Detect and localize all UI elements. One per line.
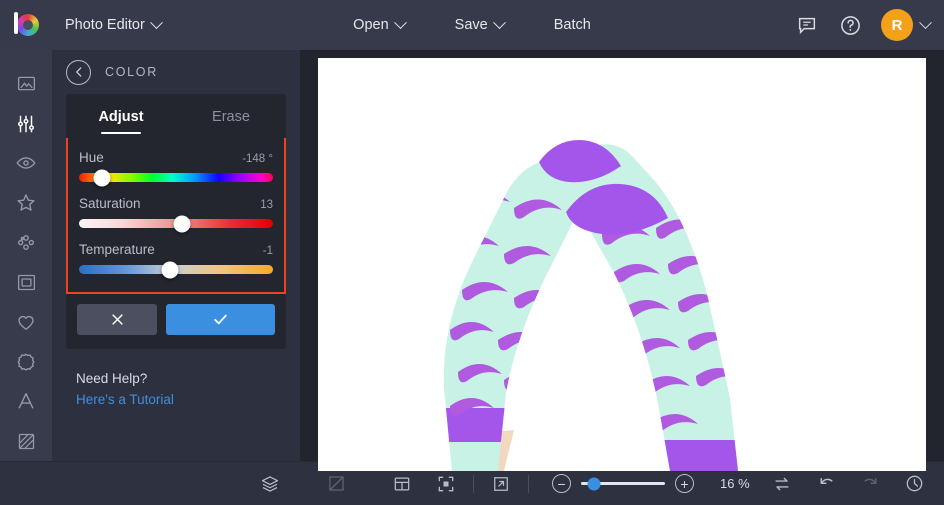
rail-item-retouch[interactable] (0, 223, 52, 263)
saturation-slider-track[interactable] (79, 215, 273, 232)
layers-icon[interactable] (248, 462, 292, 505)
rail-item-adjust[interactable] (0, 104, 52, 144)
temperature-label: Temperature (79, 242, 155, 257)
saturation-row: Saturation 13 (79, 196, 273, 211)
batch-label: Batch (553, 17, 591, 33)
zoom-percent-label: 16 % (720, 476, 750, 491)
temperature-slider-thumb[interactable] (161, 261, 179, 278)
top-right-group: R (795, 9, 944, 41)
rail-item-image[interactable] (0, 64, 52, 104)
zoom-out-button[interactable]: − (552, 474, 571, 493)
open-menu-button[interactable]: Open (341, 11, 416, 39)
apply-button[interactable] (166, 304, 275, 335)
zoom-in-button[interactable]: + (675, 474, 694, 493)
toolbar-divider (528, 474, 529, 493)
rail-item-frames[interactable] (0, 263, 52, 303)
panel-tabs: Adjust Erase (66, 94, 286, 138)
tab-adjust[interactable]: Adjust (66, 94, 176, 138)
edited-photo[interactable] (318, 58, 926, 471)
chevron-down-icon (393, 15, 407, 29)
open-menu-label: Open (353, 17, 389, 33)
tool-rail (0, 50, 52, 461)
rail-item-overlays[interactable] (0, 302, 52, 342)
batch-button[interactable]: Batch (542, 11, 603, 39)
toolbar-divider (473, 474, 474, 493)
chevron-down-icon[interactable] (919, 15, 932, 29)
editor-body: COLOR Adjust Erase Hue -148 ° Saturation… (0, 50, 944, 471)
cancel-button[interactable] (77, 304, 158, 335)
hue-slider-track[interactable] (79, 169, 273, 186)
hue-value: -148 ° (242, 153, 273, 165)
panel-header: COLOR (52, 50, 300, 94)
slider-group-saturation: Saturation 13 (79, 196, 273, 232)
photo-editor-app: Photo Editor Open Save Batch R COLOR Adj… (0, 0, 944, 505)
hue-row: Hue -148 ° (79, 150, 273, 165)
back-arrow-icon[interactable] (66, 59, 91, 85)
zoom-slider-track[interactable] (581, 477, 665, 490)
panel-title: COLOR (105, 65, 158, 79)
hue-slider-thumb[interactable] (93, 169, 111, 186)
panel-tabs-card: Adjust Erase (66, 94, 286, 138)
sock-photo-graphic (318, 58, 926, 471)
zoom-controls: − + 16 % (552, 474, 760, 493)
save-menu-label: Save (454, 17, 488, 33)
rail-item-text[interactable] (0, 382, 52, 422)
color-panel: COLOR Adjust Erase Hue -148 ° Saturation… (52, 50, 300, 461)
temperature-value: -1 (262, 245, 273, 257)
panel-actions (66, 294, 286, 349)
sliders-highlight-box: Hue -148 ° Saturation 13 Temperature -1 (66, 138, 286, 294)
tutorial-link[interactable]: Here's a Tutorial (76, 392, 286, 407)
tab-erase[interactable]: Erase (176, 94, 286, 138)
slider-group-hue: Hue -148 ° (79, 150, 273, 186)
saturation-value: 13 (260, 199, 273, 211)
help-section: Need Help? Here's a Tutorial (52, 349, 300, 407)
hue-label: Hue (79, 150, 104, 165)
save-menu-button[interactable]: Save (443, 11, 516, 39)
saturation-label: Saturation (79, 196, 141, 211)
slider-group-temperature: Temperature -1 (79, 242, 273, 278)
canvas-area[interactable] (300, 50, 944, 471)
saturation-slider-thumb[interactable] (173, 215, 191, 232)
rail-item-eye[interactable] (0, 143, 52, 183)
help-title: Need Help? (76, 371, 148, 386)
chevron-down-icon (492, 15, 506, 29)
rail-item-textures[interactable] (0, 421, 52, 461)
avatar-initial: R (891, 16, 903, 34)
rail-item-stickers[interactable] (0, 342, 52, 382)
temperature-slider-track[interactable] (79, 261, 273, 278)
rail-item-effects[interactable] (0, 183, 52, 223)
top-toolbar: Photo Editor Open Save Batch R (0, 0, 944, 50)
temperature-row: Temperature -1 (79, 242, 273, 257)
help-icon[interactable] (838, 13, 862, 37)
feedback-icon[interactable] (795, 13, 819, 37)
zoom-slider-thumb[interactable] (587, 477, 601, 490)
avatar[interactable]: R (881, 9, 913, 41)
